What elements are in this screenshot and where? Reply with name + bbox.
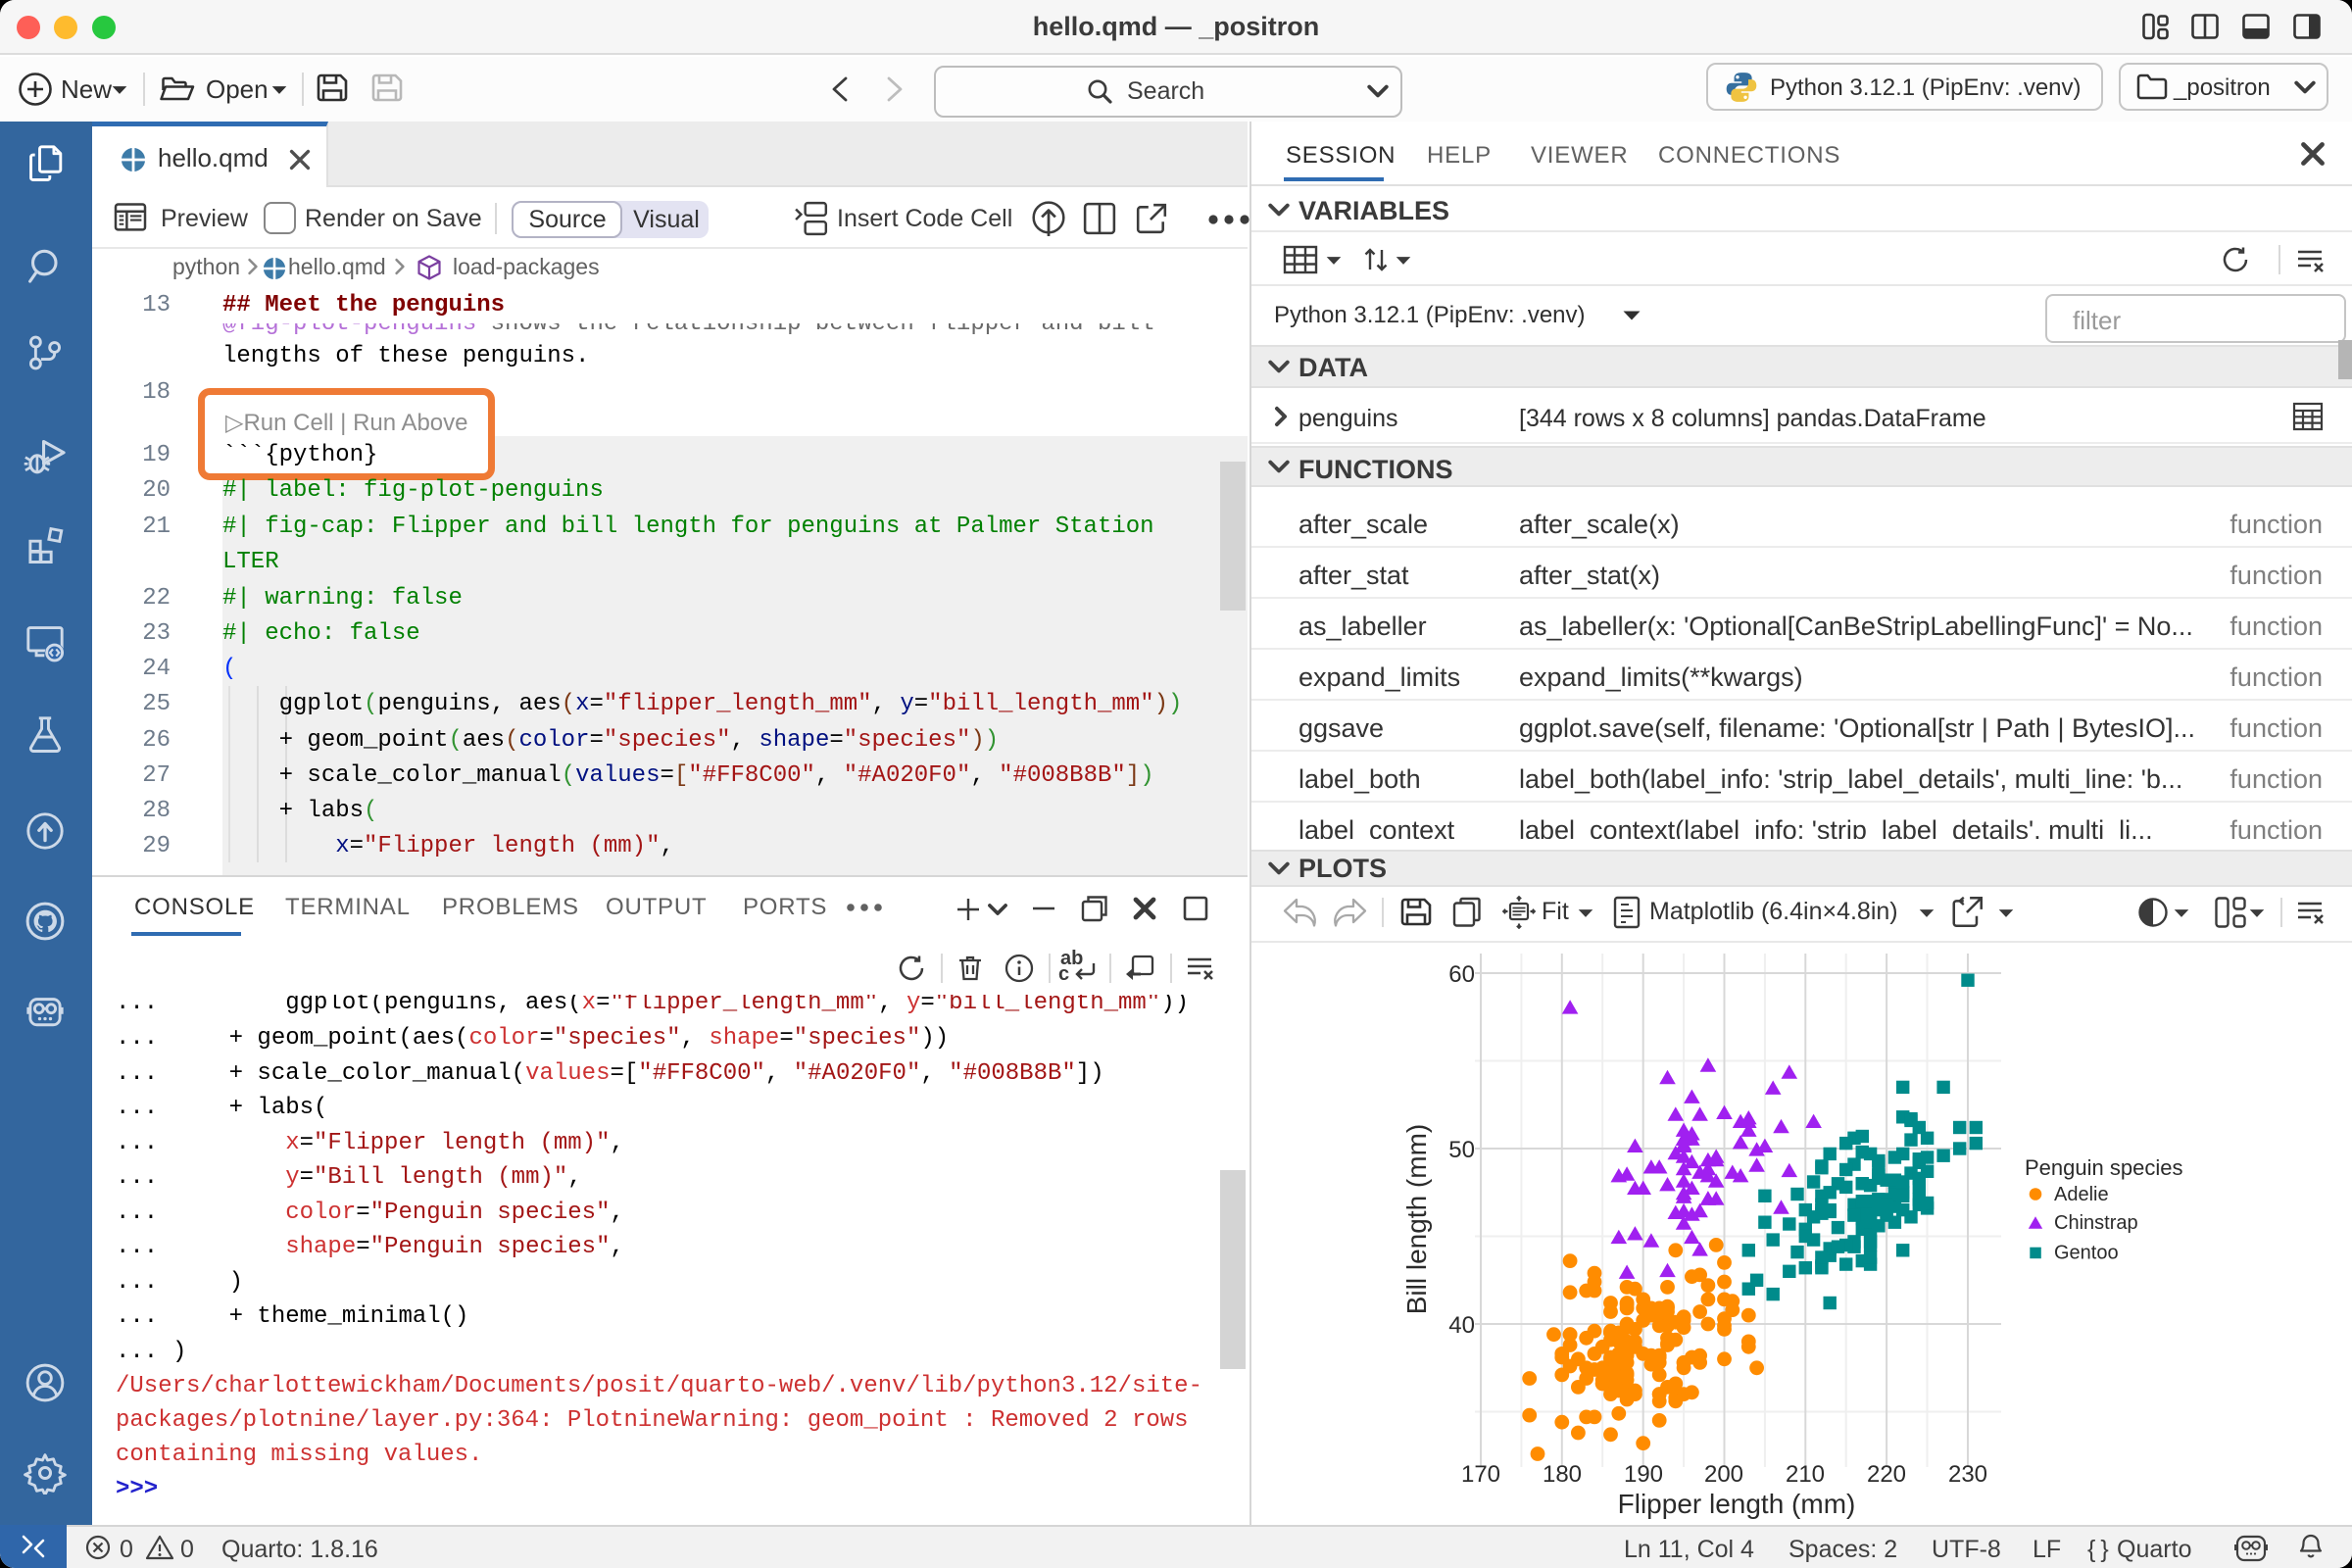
svg-text:40: 40	[1448, 1312, 1475, 1339]
svg-text:Chinstrap: Chinstrap	[2054, 1212, 2138, 1234]
svg-text:180: 180	[1543, 1461, 1582, 1488]
svg-text:230: 230	[1948, 1461, 1987, 1488]
svg-text:170: 170	[1461, 1461, 1500, 1488]
svg-text:190: 190	[1624, 1461, 1663, 1488]
svg-text:Flipper length (mm): Flipper length (mm)	[1618, 1489, 1856, 1519]
svg-text:210: 210	[1786, 1461, 1825, 1488]
svg-text:Penguin species: Penguin species	[2025, 1155, 2182, 1180]
svg-text:60: 60	[1448, 961, 1475, 988]
svg-text:220: 220	[1867, 1461, 1906, 1488]
svg-text:50: 50	[1448, 1137, 1475, 1163]
svg-text:Adelie: Adelie	[2054, 1184, 2109, 1205]
svg-text:200: 200	[1704, 1461, 1743, 1488]
svg-text:Gentoo: Gentoo	[2054, 1243, 2119, 1264]
svg-text:Bill length (mm): Bill length (mm)	[1401, 1124, 1432, 1314]
